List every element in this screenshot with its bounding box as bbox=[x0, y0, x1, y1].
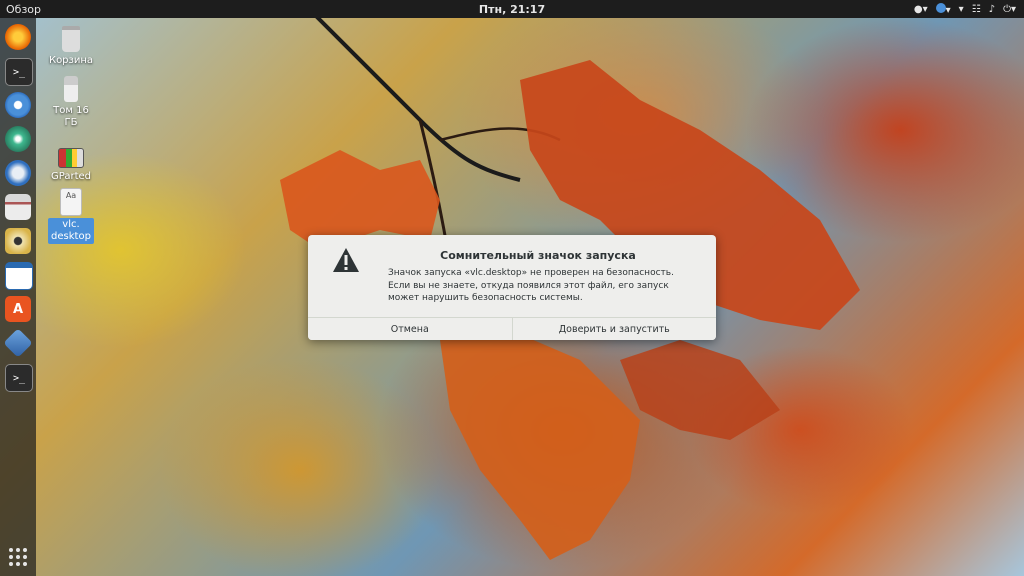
chrome-indicator-icon[interactable]: ▾ bbox=[935, 2, 951, 16]
dialog-buttons: Отмена Доверить и запустить bbox=[308, 317, 716, 340]
dialog-title: Сомнительный значок запуска bbox=[440, 249, 636, 262]
top-bar: Обзор Птн, 21:17 ●▾ ▾ ▾ ☷ ♪ ⏻▾ bbox=[0, 0, 1024, 18]
gparted-icon bbox=[58, 148, 84, 168]
writer-icon[interactable] bbox=[5, 262, 33, 290]
warning-icon bbox=[333, 248, 359, 272]
dialog-message: Значок запуска «vlc.desktop» не проверен… bbox=[388, 268, 674, 303]
vlc-desktop-file[interactable]: Aa vlc. desktop bbox=[39, 188, 103, 244]
terminal-icon-2[interactable]: >_ bbox=[5, 364, 33, 392]
atom-icon[interactable] bbox=[5, 126, 31, 152]
usb-drive-icon bbox=[64, 76, 78, 102]
trust-and-launch-button[interactable]: Доверить и запустить bbox=[511, 318, 716, 340]
clock[interactable]: Птн, 21:17 bbox=[479, 3, 545, 16]
terminal-icon[interactable]: >_ bbox=[5, 58, 33, 86]
show-applications-icon[interactable] bbox=[9, 548, 27, 566]
dock: >_ A >_ bbox=[0, 18, 36, 576]
trash-icon bbox=[62, 26, 80, 52]
chromium-icon[interactable] bbox=[5, 92, 31, 118]
cancel-button[interactable]: Отмена bbox=[308, 318, 512, 340]
power-icon[interactable]: ⏻▾ bbox=[1003, 4, 1016, 15]
trash-desktop-icon[interactable]: Корзина bbox=[39, 26, 103, 68]
overflow-menu-icon[interactable]: ▾ bbox=[959, 4, 964, 15]
volume-desktop-icon[interactable]: Том 16 ГБ bbox=[39, 76, 103, 130]
firefox-icon[interactable] bbox=[5, 24, 31, 50]
gparted-desktop-icon[interactable]: GParted bbox=[39, 144, 103, 184]
virtualbox-icon[interactable] bbox=[3, 328, 33, 358]
accessibility-icon[interactable]: ●▾ bbox=[914, 4, 928, 15]
text-file-icon: Aa bbox=[60, 188, 82, 216]
files-icon[interactable] bbox=[5, 194, 31, 220]
activities-button[interactable]: Обзор bbox=[0, 3, 41, 16]
network-icon[interactable]: ☷ bbox=[972, 4, 981, 15]
thunderbird-icon[interactable] bbox=[5, 160, 31, 186]
rhythmbox-icon[interactable] bbox=[5, 228, 31, 254]
untrusted-launcher-dialog: Сомнительный значок запуска Значок запус… bbox=[308, 235, 716, 340]
volume-icon[interactable]: ♪ bbox=[989, 4, 995, 15]
software-center-icon[interactable]: A bbox=[5, 296, 31, 322]
system-tray[interactable]: ●▾ ▾ ▾ ☷ ♪ ⏻▾ bbox=[914, 0, 1016, 18]
